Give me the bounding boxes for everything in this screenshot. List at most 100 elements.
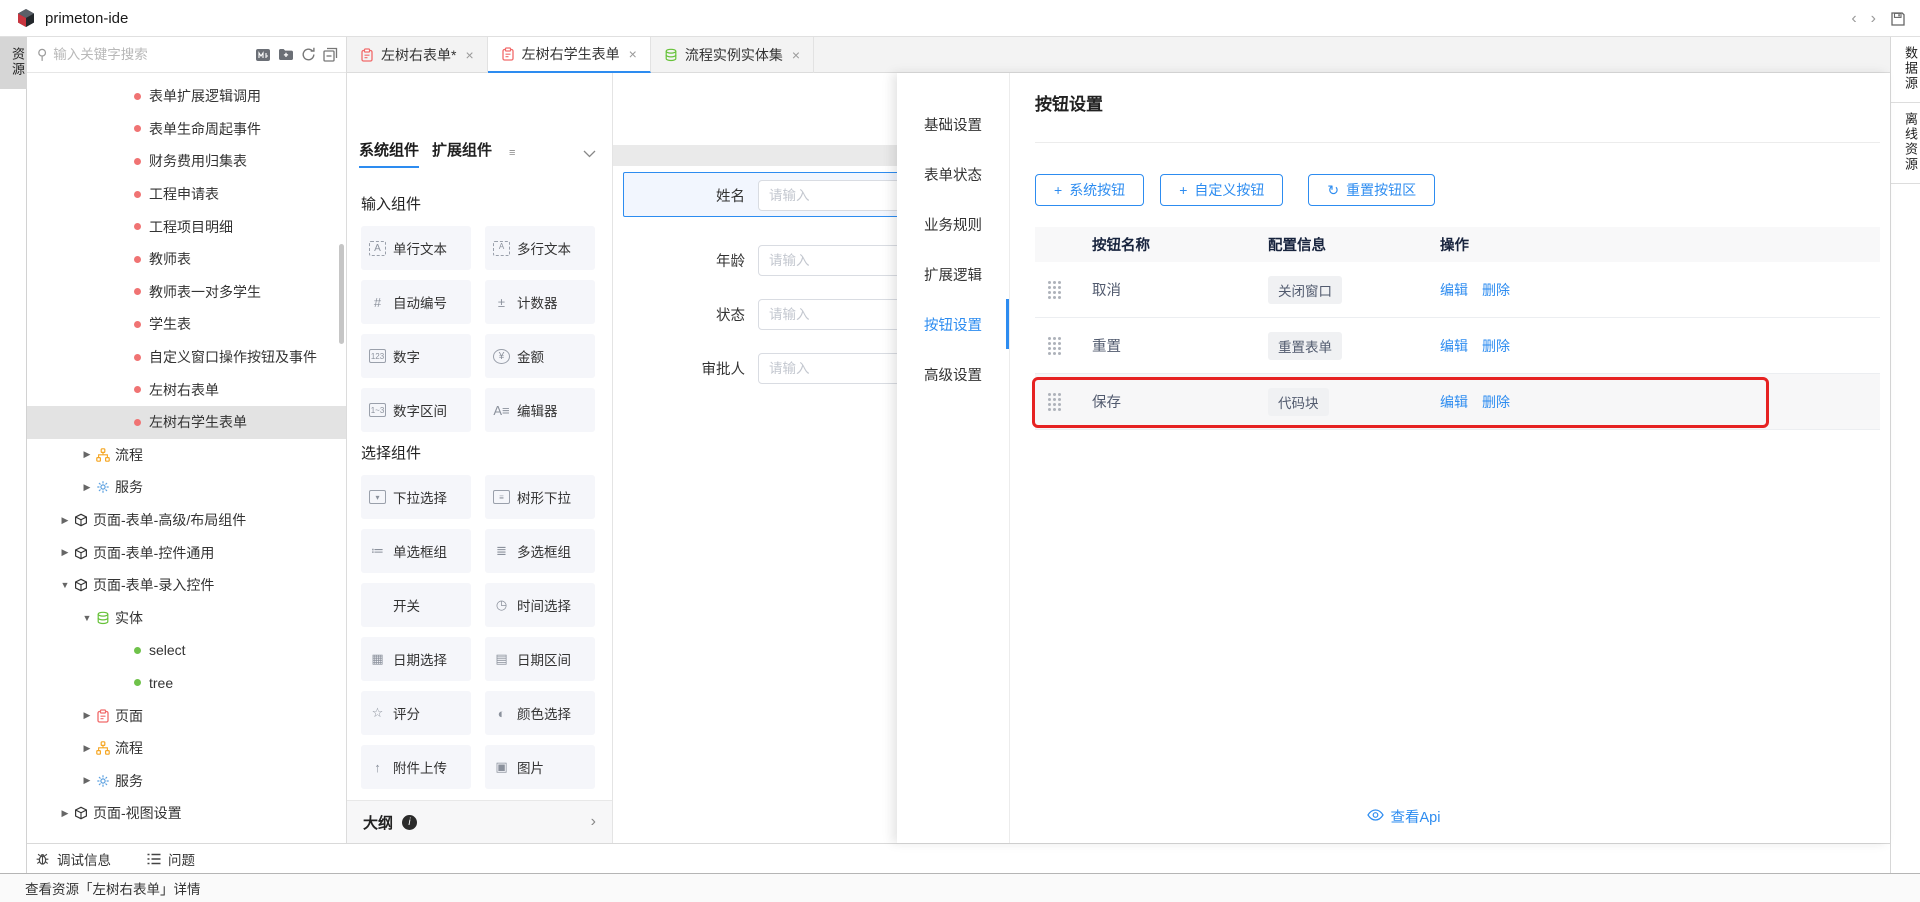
editor-tab[interactable]: 左树右表单*× <box>347 37 488 73</box>
tree-item[interactable]: 左树右表单 <box>27 373 346 406</box>
palette-component-chip[interactable]: ▤日期区间 <box>485 637 595 681</box>
palette-component-chip[interactable]: #自动编号 <box>361 280 471 324</box>
palette-component-chip[interactable]: 123数字 <box>361 334 471 378</box>
chevron-right-icon[interactable]: ▶ <box>59 515 71 526</box>
tree-scrollbar[interactable] <box>339 244 344 344</box>
palette-component-chip[interactable]: ≔单选框组 <box>361 529 471 573</box>
tree-item[interactable]: 财务费用归集表 <box>27 145 346 178</box>
form-field-row[interactable]: 姓名 <box>613 180 930 211</box>
settings-nav-item[interactable]: 高级设置 <box>897 349 1009 399</box>
form-field-row[interactable]: 状态 <box>613 299 930 330</box>
delete-link[interactable]: 删除 <box>1482 280 1510 300</box>
tree-item[interactable]: ▶服务 <box>27 471 346 504</box>
tree-item[interactable]: ▶页面 <box>27 699 346 732</box>
settings-nav-item[interactable]: 表单状态 <box>897 149 1009 199</box>
tree-item[interactable]: ▶流程 <box>27 732 346 765</box>
chevron-right-icon[interactable]: ▶ <box>59 547 71 558</box>
edit-link[interactable]: 编辑 <box>1440 392 1468 412</box>
form-field-row[interactable]: 审批人 <box>613 353 930 384</box>
palette-component-chip[interactable]: ▦日期选择 <box>361 637 471 681</box>
nav-forward-icon[interactable]: › <box>1871 11 1876 27</box>
tree-item[interactable]: ▶页面-视图设置 <box>27 797 346 830</box>
problems-panel-tab[interactable]: 问题 <box>147 849 195 869</box>
tree-item[interactable]: ▶服务 <box>27 764 346 797</box>
palette-component-chip[interactable]: ±计数器 <box>485 280 595 324</box>
palette-component-chip[interactable]: ◐颜色选择 <box>485 691 595 735</box>
button-table: 按钮名称配置信息操作取消关闭窗口编辑删除重置重置表单编辑删除保存代码块编辑删除 <box>1035 227 1880 430</box>
tree-item[interactable]: select <box>27 634 346 667</box>
settings-nav-item[interactable]: 扩展逻辑 <box>897 249 1009 299</box>
tree-item[interactable]: 表单生命周起事件 <box>27 113 346 146</box>
tree-item[interactable]: 自定义窗口操作按钮及事件 <box>27 341 346 374</box>
palette-component-chip[interactable]: ☆评分 <box>361 691 471 735</box>
tree-item[interactable]: tree <box>27 667 346 700</box>
drag-handle-icon[interactable] <box>1048 393 1061 411</box>
chevron-down-icon[interactable]: ▼ <box>59 580 71 590</box>
drag-handle-icon[interactable] <box>1048 281 1061 299</box>
close-icon[interactable]: × <box>465 47 473 63</box>
tree-item[interactable]: 教师表 <box>27 243 346 276</box>
palette-component-chip[interactable]: 1~3数字区间 <box>361 388 471 432</box>
palette-component-chip[interactable]: ≣多选框组 <box>485 529 595 573</box>
editor-tab[interactable]: 流程实例实体集× <box>651 37 814 73</box>
tree-item[interactable]: 左树右学生表单 <box>27 406 346 439</box>
tree-item[interactable]: ▶页面-表单-高级/布局组件 <box>27 504 346 537</box>
palette-component-chip[interactable]: ≡树形下拉 <box>485 475 595 519</box>
settings-nav-item[interactable]: 业务规则 <box>897 199 1009 249</box>
chevron-right-icon[interactable]: ▶ <box>81 482 93 493</box>
close-icon[interactable]: × <box>629 46 637 62</box>
tree-item[interactable]: ▼页面-表单-录入控件 <box>27 569 346 602</box>
tree-item[interactable]: 教师表一对多学生 <box>27 276 346 309</box>
palette-component-chip[interactable]: ◷时间选择 <box>485 583 595 627</box>
rail-tab-resources[interactable]: 资源 <box>0 37 27 89</box>
palette-component-chip[interactable]: A≡编辑器 <box>485 388 595 432</box>
palette-component-chip[interactable]: ▣图片 <box>485 745 595 789</box>
chevron-right-icon[interactable]: ▶ <box>81 775 93 786</box>
view-api-link[interactable]: 查看Api <box>1035 806 1772 827</box>
tree-item[interactable]: ▼实体 <box>27 602 346 635</box>
palette-menu-icon[interactable]: ≡ <box>509 147 515 159</box>
tree-item[interactable]: 学生表 <box>27 308 346 341</box>
form-field-row[interactable]: 年龄 <box>613 245 930 276</box>
chevron-right-icon[interactable]: ▶ <box>81 449 93 460</box>
settings-nav-item[interactable]: 基础设置 <box>897 99 1009 149</box>
edit-link[interactable]: 编辑 <box>1440 280 1468 300</box>
add-button-button[interactable]: +系统按钮 <box>1035 174 1144 206</box>
reset-buttons-button[interactable]: ↻重置按钮区 <box>1308 174 1435 206</box>
close-icon[interactable]: × <box>792 47 800 63</box>
new-model-icon[interactable] <box>255 48 271 62</box>
tree-item[interactable]: 表单扩展逻辑调用 <box>27 80 346 113</box>
debug-info-panel-tab[interactable]: 调试信息 <box>35 849 111 869</box>
outline-footer[interactable]: 大纲 i › <box>347 800 612 843</box>
palette-component-chip[interactable]: A多行文本 <box>485 226 595 270</box>
palette-component-chip[interactable]: ↑附件上传 <box>361 745 471 789</box>
nav-back-icon[interactable]: ‹ <box>1851 11 1856 27</box>
palette-tab[interactable]: 扩展组件 <box>432 139 492 168</box>
editor-tab[interactable]: 左树右学生表单× <box>488 37 651 73</box>
palette-component-chip[interactable]: 开关 <box>361 583 471 627</box>
search-input[interactable] <box>53 47 255 62</box>
chevron-right-icon[interactable]: ▶ <box>81 743 93 754</box>
delete-link[interactable]: 删除 <box>1482 392 1510 412</box>
palette-collapse-icon[interactable] <box>583 145 596 163</box>
palette-tab[interactable]: 系统组件 <box>359 139 419 168</box>
chevron-right-icon[interactable]: ▶ <box>59 808 71 819</box>
settings-nav-item[interactable]: 按钮设置 <box>897 299 1009 349</box>
palette-component-chip[interactable]: A单行文本 <box>361 226 471 270</box>
add-button-button[interactable]: +自定义按钮 <box>1160 174 1283 206</box>
delete-link[interactable]: 删除 <box>1482 336 1510 356</box>
collapse-all-icon[interactable] <box>323 47 338 62</box>
tree-item[interactable]: 工程申请表 <box>27 178 346 211</box>
chevron-down-icon[interactable]: ▼ <box>81 613 93 623</box>
chevron-right-icon[interactable]: ▶ <box>81 710 93 721</box>
tree-item[interactable]: ▶流程 <box>27 439 346 472</box>
refresh-icon[interactable] <box>301 47 316 62</box>
drag-handle-icon[interactable] <box>1048 337 1061 355</box>
palette-component-chip[interactable]: ¥金额 <box>485 334 595 378</box>
tree-item[interactable]: 工程项目明细 <box>27 210 346 243</box>
tree-item[interactable]: ▶页面-表单-控件通用 <box>27 536 346 569</box>
save-icon[interactable] <box>1890 11 1906 27</box>
new-folder-icon[interactable] <box>278 48 294 61</box>
palette-component-chip[interactable]: ▾下拉选择 <box>361 475 471 519</box>
edit-link[interactable]: 编辑 <box>1440 336 1468 356</box>
